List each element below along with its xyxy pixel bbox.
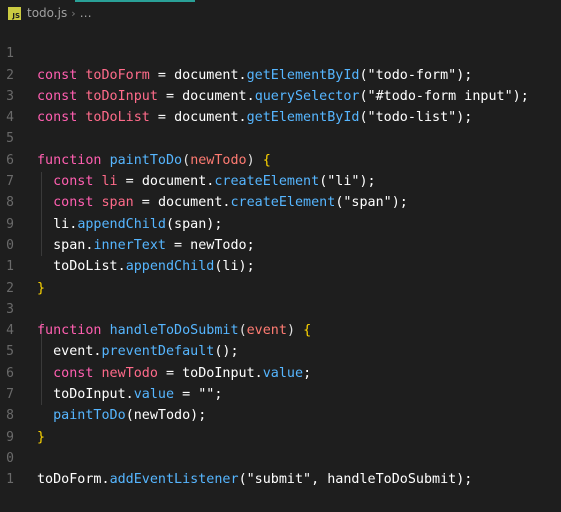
code-line[interactable]: 3 function handleToDoSubmit(event) { (0, 278, 561, 338)
code-line[interactable]: 5 function paintToDo(newTodo) { (0, 107, 561, 167)
chevron-right-icon: › (71, 6, 76, 20)
code-line[interactable]: 8 li.appendChild(span); (0, 171, 561, 231)
code-line[interactable]: 8 } (0, 384, 561, 444)
code-line[interactable]: 4 (0, 86, 561, 125)
active-tab-indicator (75, 0, 195, 2)
code-line[interactable]: 5 const newTodo = toDoInput.value; (0, 320, 561, 380)
code-line[interactable]: 9 (0, 405, 561, 445)
code-line[interactable]: 1 } (0, 235, 561, 295)
code-line[interactable]: 6 toDoInput.value = ""; (0, 341, 561, 402)
code-line[interactable]: 6 const li = document.createElement("li"… (0, 128, 561, 189)
code-line[interactable]: 1 (0, 448, 561, 487)
line-number: 1 (6, 472, 14, 488)
code-line[interactable]: 7 paintToDo(newTodo); (0, 363, 561, 423)
code-line[interactable]: 0 toDoList.appendChild(li); (0, 214, 561, 274)
code-editor[interactable]: 1 const toDoForm = document.getElementBy… (0, 22, 561, 487)
breadcrumb-symbols[interactable]: … (80, 6, 92, 20)
code-line[interactable]: 3 const toDoList = document.getElementBy… (0, 65, 561, 125)
javascript-file-icon: JS (8, 6, 21, 20)
code-line[interactable]: 0 toDoForm.addEventListener("submit", ha… (0, 427, 561, 487)
code-line[interactable]: 9 span.innerText = newTodo; (0, 192, 561, 253)
code-line[interactable]: 2 (0, 256, 561, 296)
code-line[interactable]: 2 const toDoInput = document.querySelect… (0, 43, 561, 104)
code-line[interactable]: 1 const toDoForm = document.getElementBy… (0, 22, 561, 82)
code-line[interactable]: 7 const span = document.createElement("s… (0, 150, 561, 210)
breadcrumb-file-name[interactable]: todo.js (27, 6, 67, 20)
code-line[interactable]: 4 event.preventDefault(); (0, 299, 561, 359)
